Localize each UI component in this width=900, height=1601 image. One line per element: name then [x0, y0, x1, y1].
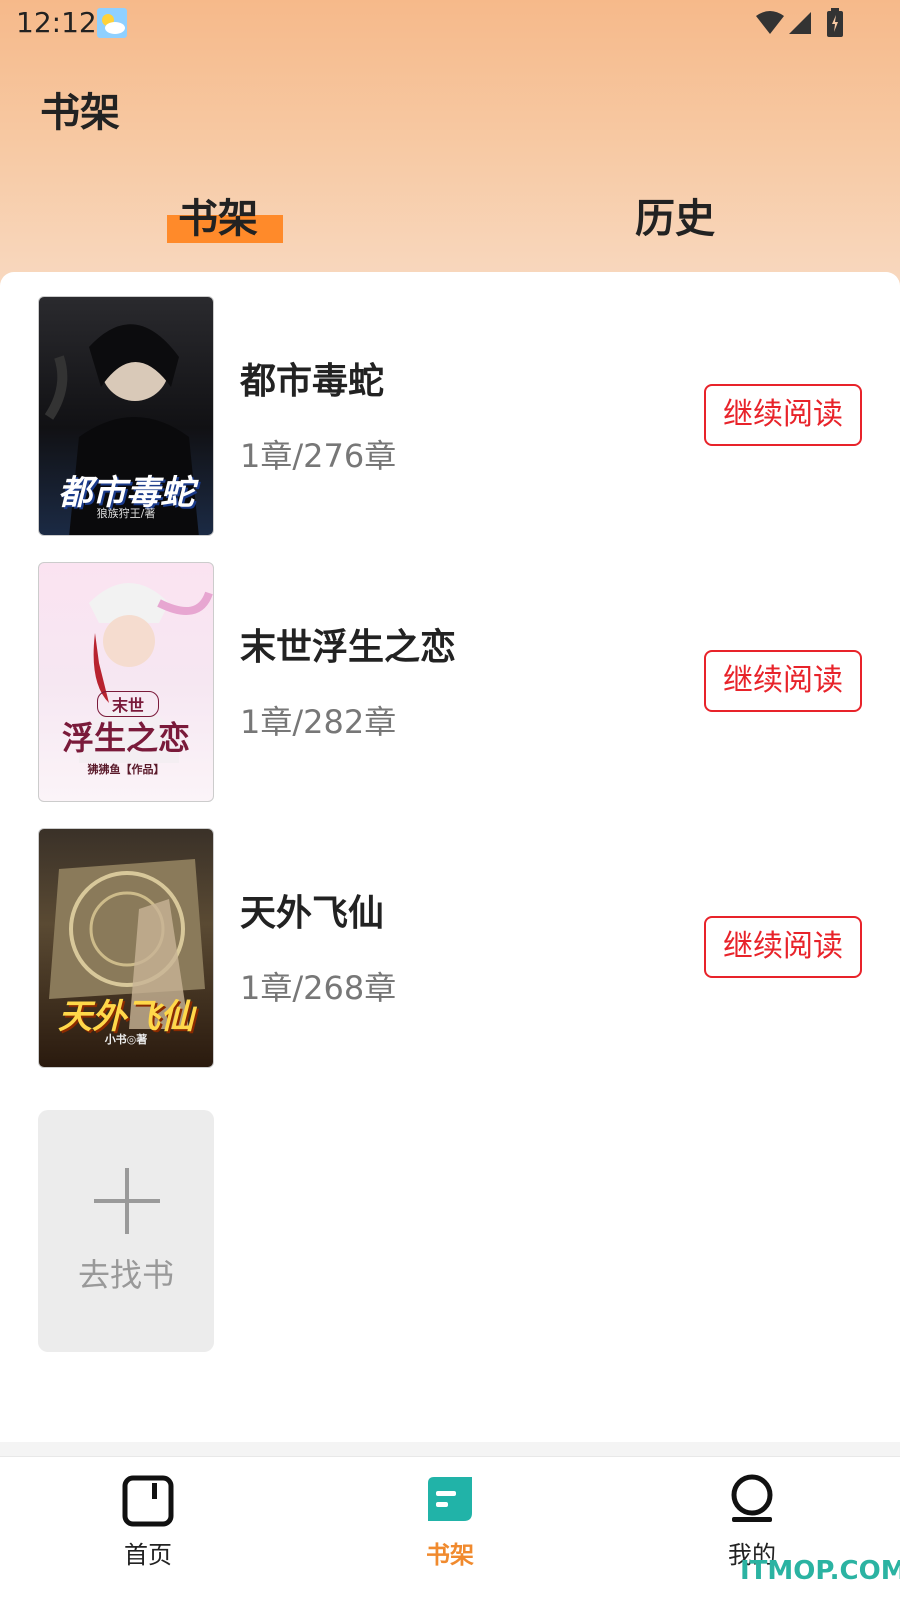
book-cover[interactable]: 末世 浮生之恋 狒狒鱼【作品】: [38, 562, 214, 802]
find-book-label: 去找书: [77, 1256, 174, 1294]
find-book-button[interactable]: 去找书: [38, 1110, 214, 1352]
page-title: 书架: [40, 90, 120, 136]
wifi-icon: [756, 11, 784, 34]
book-progress: 1章/268章: [240, 969, 397, 1007]
continue-reading-button[interactable]: 继续阅读: [704, 650, 862, 712]
battery-icon: [827, 8, 843, 37]
cover-author: 狒狒鱼【作品】: [87, 763, 165, 776]
nav-bookshelf-label: 书架: [426, 1541, 474, 1569]
book-item[interactable]: 末世 浮生之恋 狒狒鱼【作品】 末世浮生之恋 1章/282章 继续阅读: [0, 562, 900, 802]
profile-icon: [731, 1474, 773, 1522]
nav-bookshelf[interactable]: 书架: [390, 1457, 510, 1601]
book-progress: 1章/282章: [240, 703, 397, 741]
tab-history-label: 历史: [635, 196, 715, 242]
continue-reading-button[interactable]: 继续阅读: [704, 916, 862, 978]
plus-icon: [94, 1168, 160, 1234]
weather-icon: [97, 8, 127, 38]
tab-bookshelf-label: 书架: [178, 196, 258, 242]
status-bar: 12:12: [0, 0, 900, 48]
watermark: ITMOP.COM: [740, 1556, 900, 1586]
home-icon: [122, 1475, 174, 1527]
cover-title: 浮生之恋: [61, 719, 190, 757]
book-title: 都市毒蛇: [240, 361, 385, 402]
book-title: 末世浮生之恋: [240, 627, 457, 668]
continue-reading-button[interactable]: 继续阅读: [704, 384, 862, 446]
status-time: 12:12: [16, 6, 97, 39]
bookshelf-icon: [428, 1477, 472, 1521]
signal-icon: [789, 12, 811, 34]
cover-author: 小书◎著: [104, 1033, 148, 1046]
tab-history[interactable]: 历史: [635, 186, 715, 244]
nav-home-label: 首页: [124, 1541, 172, 1569]
book-item[interactable]: 天外飞仙 小书◎著 天外飞仙 1章/268章 继续阅读: [0, 828, 900, 1068]
book-progress: 1章/276章: [240, 437, 397, 475]
book-item[interactable]: 都市毒蛇 狼族狩王/著 都市毒蛇 1章/276章 继续阅读: [0, 296, 900, 536]
book-cover[interactable]: 天外飞仙 小书◎著: [38, 828, 214, 1068]
cover-author: 狼族狩王/著: [96, 507, 156, 520]
nav-home[interactable]: 首页: [88, 1457, 208, 1601]
book-cover[interactable]: 都市毒蛇 狼族狩王/著: [38, 296, 214, 536]
tab-bookshelf[interactable]: 书架: [178, 186, 258, 244]
book-title: 天外飞仙: [240, 893, 385, 934]
